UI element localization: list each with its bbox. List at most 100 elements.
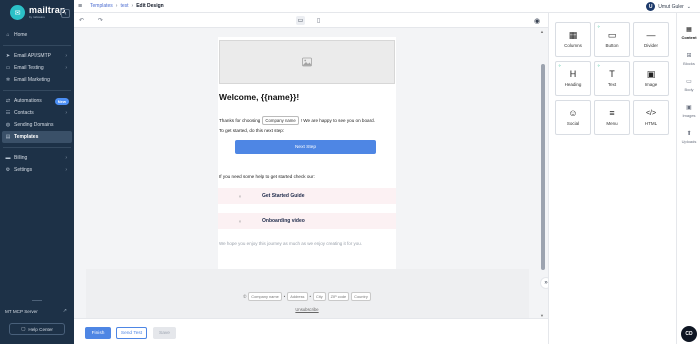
sidebar-item-label: Email API/SMTP [14,53,51,59]
menu-icon[interactable]: ≡ [78,3,82,10]
block-menu[interactable]: ≡ Menu [594,100,630,135]
chevron-right-icon: › [65,110,67,116]
email-footer[interactable]: © Company name • Address • City ZIP code… [86,269,529,318]
zip-code-tag: ZIP code [327,292,350,301]
send-test-button[interactable]: Send Test [116,327,147,339]
block-social[interactable]: ☺ Social [555,100,591,135]
content-icon: ▦ [686,27,692,33]
chevron-right-icon: › [65,53,67,59]
block-label: Menu [606,121,618,126]
breadcrumb-test[interactable]: test [120,3,128,9]
social-icon: ☺ [568,108,578,118]
chevron-right-icon: › [65,167,67,173]
undo-icon[interactable]: ↶ [77,16,86,25]
bottom-action-bar: Finish Send Test Save [74,318,548,344]
guide-title: Get Started Guide [262,193,305,199]
block-heading[interactable]: ✧ H Heading [555,61,591,96]
editor-canvas: Welcome, {{name}}! Thanks for choosing C… [74,28,538,318]
help-paragraph[interactable]: If you need some help to get started che… [219,174,315,179]
sidebar-item-automations[interactable]: ⇄ Automations New [0,95,74,107]
block-columns[interactable]: ▦ Columns [555,22,591,57]
resize-handle[interactable] [32,300,42,301]
mcp-server-link[interactable]: MT MCP Server ↗ [0,305,74,317]
block-text[interactable]: ✧ T Text [594,61,630,96]
sidebar: ✉ mailtrap by railsware ‹ ⌂ Home ➤ Email… [0,0,74,344]
sidebar-item-label: Templates [14,134,39,140]
breadcrumb-templates[interactable]: Templates [90,3,113,9]
tab-blocks[interactable]: ⊞ Blocks [677,53,700,66]
sidebar-nav: ⌂ Home ➤ Email API/SMTP › ▭ Email Testin… [0,29,74,176]
sidebar-item-settings[interactable]: ⚙ Settings › [0,164,74,176]
mobile-view-icon[interactable]: ▯ [314,16,323,25]
tab-content[interactable]: ▦ Content [677,27,700,40]
mailtrap-logo[interactable]: ✉ mailtrap by railsware [10,5,66,20]
avatar: U [646,2,656,11]
desktop-view-icon[interactable]: ▭ [296,16,305,25]
footer-address-line: © Company name • Address • City ZIP code… [218,292,396,301]
sidebar-collapse-icon[interactable]: ‹ [61,9,70,18]
sidebar-item-templates[interactable]: ▤ Templates [2,131,72,143]
body-icon: ▭ [686,79,692,85]
external-link-icon: ↗ [62,308,67,314]
sidebar-item-home[interactable]: ⌂ Home [0,29,74,41]
tab-uploads[interactable]: ⬆ Uploads [677,131,700,144]
preview-eye-icon[interactable]: ◉ [534,17,540,25]
block-button[interactable]: ✧ ▭ Button [594,22,630,57]
thanks-text-before: Thanks for choosing [219,118,261,123]
address-tag: Address [287,292,308,301]
sidebar-item-sending-domains[interactable]: ◍ Sending Domains [0,119,74,131]
guide-row[interactable]: × Onboarding video [218,213,396,229]
scrollbar-thumb[interactable] [541,64,545,270]
sidebar-item-email-marketing[interactable]: ✲ Email Marketing [0,74,74,86]
sidebar-item-contacts[interactable]: ☷ Contacts › [0,107,74,119]
tab-label: Uploads [681,139,697,144]
unsubscribe-link[interactable]: Unsubscribe [218,307,396,312]
user-menu[interactable]: U Umut Guler ⌄ [646,2,691,11]
new-badge: New [54,97,69,105]
city-tag: City [312,292,326,301]
scroll-up-icon[interactable]: ▲ [540,29,544,34]
get-started-paragraph[interactable]: To get started, do this next step: [219,128,284,133]
guide-image-placeholder: × [238,218,242,224]
tab-body[interactable]: ▭ Body [677,79,700,92]
ai-sparkle-icon: ✧ [597,63,601,68]
sidebar-item-email-api[interactable]: ➤ Email API/SMTP › [0,50,74,62]
image-icon [302,57,312,67]
editor-toolbar: ↶ ↷ ▭ ▯ [74,13,548,28]
guide-row[interactable]: × Get Started Guide [218,188,396,204]
breadcrumb-separator: › [115,3,118,9]
blocks-panel: ▦ Columns ✧ ▭ Button — Divider ✧ H Headi… [548,13,676,344]
next-step-button[interactable]: Next Step [235,140,376,154]
guide-title: Onboarding video [262,218,305,224]
tab-label: Images [682,113,696,118]
sidebar-item-email-testing[interactable]: ▭ Email Testing › [0,62,74,74]
block-html[interactable]: </> HTML [633,100,669,135]
chat-widget-button[interactable]: CD [681,326,697,342]
help-center-button[interactable]: ▢ Help Center [9,323,65,335]
upload-icon: ⬆ [686,131,692,137]
block-divider[interactable]: — Divider [633,22,669,57]
help-icon: ▢ [21,326,26,331]
automation-icon: ⇄ [5,98,11,104]
image-placeholder[interactable] [219,40,395,84]
user-name: Umut Guler [658,3,684,10]
sidebar-item-label: Home [14,32,28,38]
save-button[interactable]: Save [153,327,176,339]
redo-icon[interactable]: ↷ [96,16,105,25]
ai-sparkle-icon: ✧ [558,63,562,68]
text-icon: T [609,69,615,79]
finish-button[interactable]: Finish [85,327,111,339]
email-heading[interactable]: Welcome, {{name}}! [219,92,299,102]
tab-images[interactable]: ▣ Images [677,105,700,118]
footer-separator: • [309,294,311,299]
country-tag: Country [351,292,371,301]
closing-paragraph[interactable]: We hope you enjoy this journey as much a… [219,241,362,246]
tab-label: Blocks [683,61,695,66]
columns-icon: ▦ [568,30,578,40]
inbox-icon: ▭ [5,65,11,71]
block-image[interactable]: ▣ Image [633,61,669,96]
thanks-paragraph[interactable]: Thanks for choosing Company name ! We ar… [219,116,375,125]
mcp-server-label: MT MCP Server [5,308,38,314]
sidebar-item-billing[interactable]: ▬ Billing › [0,152,74,164]
divider [3,45,71,46]
